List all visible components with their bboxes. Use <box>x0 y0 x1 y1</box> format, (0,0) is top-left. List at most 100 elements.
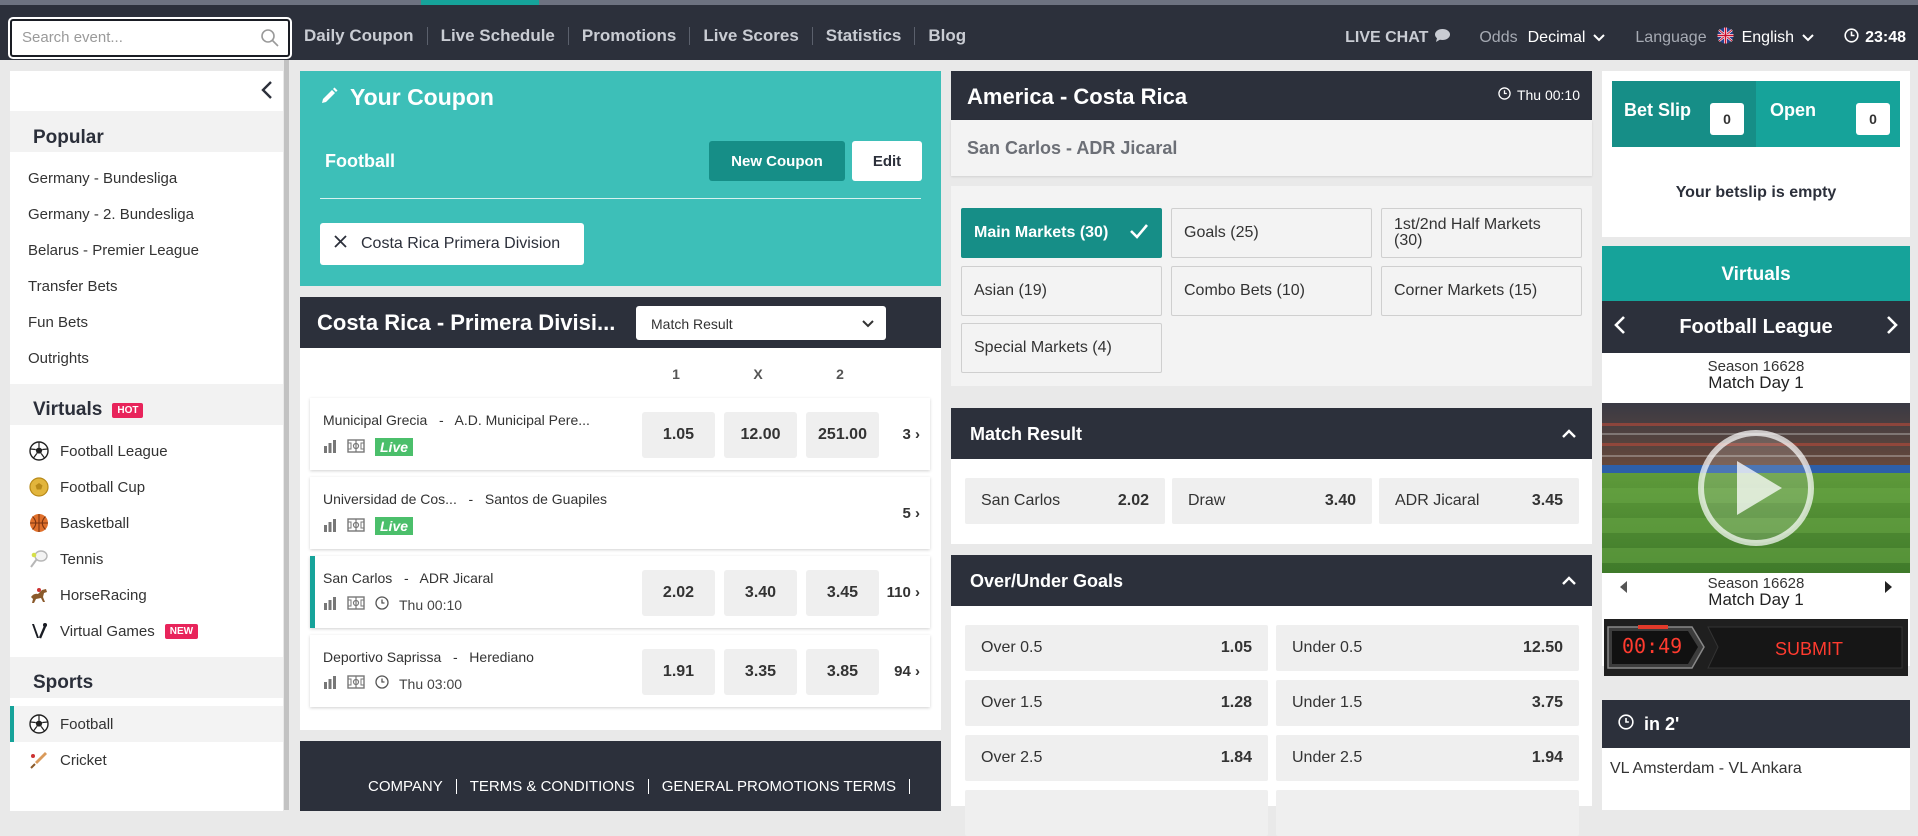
search-icon[interactable] <box>260 28 280 53</box>
odd-away[interactable]: 3.45 <box>806 570 879 616</box>
over-1-5[interactable]: Over 1.5 1.28 <box>965 680 1268 726</box>
tab-combo-bets[interactable]: Combo Bets (10) <box>1171 266 1372 316</box>
tab-goals[interactable]: Goals (25) <box>1171 208 1372 258</box>
outcome-partial[interactable] <box>1276 790 1579 836</box>
over-2-5[interactable]: Over 2.5 1.84 <box>965 735 1268 781</box>
match-result-title: Match Result <box>970 424 1083 444</box>
stats-icon[interactable] <box>323 439 337 456</box>
nav-statistics[interactable]: Statistics <box>813 27 916 45</box>
match-teams[interactable]: San Carlos - ADR Jicaral <box>323 570 493 586</box>
sidebar-item-tennis[interactable]: Tennis <box>10 541 283 577</box>
odd-draw[interactable]: 3.40 <box>724 570 797 616</box>
stats-icon[interactable] <box>323 675 337 692</box>
chevron-left-icon[interactable] <box>261 81 273 104</box>
match-result-header[interactable]: Match Result <box>951 408 1592 459</box>
chevron-right-icon[interactable] <box>1886 315 1898 341</box>
under-2-5[interactable]: Under 2.5 1.94 <box>1276 735 1579 781</box>
event-time-label: Thu 00:10 <box>1516 87 1580 103</box>
chevron-up-icon[interactable] <box>1562 572 1576 590</box>
field-icon[interactable] <box>347 675 365 692</box>
sidebar-item-football-cup[interactable]: Football Cup <box>10 469 283 505</box>
field-icon[interactable] <box>347 517 365 535</box>
odd-draw[interactable]: 12.00 <box>724 412 797 458</box>
stats-icon[interactable] <box>323 518 337 535</box>
over-under-header[interactable]: Over/Under Goals <box>951 555 1592 606</box>
more-markets[interactable]: 5 › <box>902 505 920 522</box>
sidebar-item-football[interactable]: Football <box>10 706 283 742</box>
footer-link-company[interactable]: COMPANY <box>368 779 457 794</box>
virtual-video[interactable] <box>1602 403 1910 573</box>
tab-corner-markets[interactable]: Corner Markets (15) <box>1381 266 1582 316</box>
sidebar-item-football-league[interactable]: Football League <box>10 433 283 469</box>
tab-half-markets[interactable]: 1st/2nd Half Markets (30) <box>1381 208 1582 258</box>
sidebar-item-cricket[interactable]: Cricket <box>10 742 283 778</box>
odd-home[interactable]: 1.05 <box>642 412 715 458</box>
field-icon[interactable] <box>347 438 365 456</box>
outcome-draw[interactable]: Draw 3.40 <box>1172 478 1372 524</box>
search-input[interactable] <box>22 21 252 53</box>
sidebar-item-basketball[interactable]: Basketball <box>10 505 283 541</box>
event-name: San Carlos - ADR Jicaral <box>967 138 1178 158</box>
more-markets[interactable]: 110 › <box>887 584 920 601</box>
sidebar-item-label: Fun Bets <box>28 313 89 331</box>
language-select[interactable]: English <box>1717 27 1814 49</box>
live-badge: Live <box>375 517 414 535</box>
more-markets[interactable]: 3 › <box>902 426 920 443</box>
match-row[interactable]: Deportivo Saprissa - Herediano Thu 03:00… <box>310 635 930 707</box>
match-row[interactable]: Universidad de Cos... - Santos de Guapil… <box>310 477 930 549</box>
more-markets[interactable]: 94 › <box>894 663 920 680</box>
odd-away[interactable]: 3.85 <box>806 649 879 695</box>
sidebar-item-germany-bundesliga[interactable]: Germany - Bundesliga <box>10 160 283 196</box>
new-coupon-button[interactable]: New Coupon <box>709 141 845 181</box>
field-icon[interactable] <box>347 596 365 613</box>
match-teams[interactable]: Municipal Grecia - A.D. Municipal Pere..… <box>323 412 590 428</box>
nav-live-schedule[interactable]: Live Schedule <box>428 27 569 45</box>
over-0-5[interactable]: Over 0.5 1.05 <box>965 625 1268 671</box>
sidebar-item-transfer-bets[interactable]: Transfer Bets <box>10 268 283 304</box>
close-icon[interactable] <box>334 235 347 253</box>
edit-button[interactable]: Edit <box>852 141 922 181</box>
tab-main-markets[interactable]: Main Markets (30) <box>961 208 1162 258</box>
tab-special-markets[interactable]: Special Markets (4) <box>961 323 1162 373</box>
live-chat-button[interactable]: LIVE CHAT <box>1345 28 1451 48</box>
submit-button[interactable]: SUBMIT <box>1775 639 1843 660</box>
sidebar-scrollbar[interactable] <box>284 60 289 810</box>
outcome-home[interactable]: San Carlos 2.02 <box>965 478 1165 524</box>
nav-blog[interactable]: Blog <box>915 27 979 45</box>
match-row-selected[interactable]: San Carlos - ADR Jicaral Thu 00:10 2.02 … <box>310 556 930 628</box>
sidebar-item-fun-bets[interactable]: Fun Bets <box>10 304 283 340</box>
tab-asian[interactable]: Asian (19) <box>961 266 1162 316</box>
match-row[interactable]: Municipal Grecia - A.D. Municipal Pere..… <box>310 398 930 470</box>
sidebar-item-horseracing[interactable]: HorseRacing <box>10 577 283 613</box>
video-next-icon[interactable] <box>1884 580 1892 596</box>
odds-select[interactable]: Decimal <box>1528 29 1606 47</box>
tab-bet-slip[interactable]: Bet Slip 0 <box>1612 81 1756 147</box>
nav-daily-coupon[interactable]: Daily Coupon <box>304 27 428 45</box>
sidebar-item-virtual-games[interactable]: Virtual Games NEW <box>10 613 283 649</box>
search-box[interactable] <box>8 17 292 59</box>
virtual-league-name: Football League <box>1679 316 1833 338</box>
chevron-up-icon[interactable] <box>1562 425 1576 443</box>
outcome-partial[interactable] <box>965 790 1268 836</box>
match-teams[interactable]: Deportivo Saprissa - Herediano <box>323 649 534 665</box>
odd-draw[interactable]: 3.35 <box>724 649 797 695</box>
footer-link-terms[interactable]: TERMS & CONDITIONS <box>457 779 649 794</box>
chevron-left-icon[interactable] <box>1614 315 1626 341</box>
market-select[interactable]: Match Result <box>636 306 886 340</box>
sidebar-item-germany-2-bundesliga[interactable]: Germany - 2. Bundesliga <box>10 196 283 232</box>
match-teams[interactable]: Universidad de Cos... - Santos de Guapil… <box>323 491 607 507</box>
stats-icon[interactable] <box>323 596 337 613</box>
nav-live-scores[interactable]: Live Scores <box>690 27 813 45</box>
under-0-5[interactable]: Under 0.5 12.50 <box>1276 625 1579 671</box>
odd-home[interactable]: 1.91 <box>642 649 715 695</box>
footer-link-promotions-terms[interactable]: GENERAL PROMOTIONS TERMS <box>649 779 910 794</box>
odd-home[interactable]: 2.02 <box>642 570 715 616</box>
outcome-away[interactable]: ADR Jicaral 3.45 <box>1379 478 1579 524</box>
nav-promotions[interactable]: Promotions <box>569 27 691 45</box>
sidebar-item-belarus-premier-league[interactable]: Belarus - Premier League <box>10 232 283 268</box>
under-1-5[interactable]: Under 1.5 3.75 <box>1276 680 1579 726</box>
upcoming-match[interactable]: VL Amsterdam - VL Ankara <box>1602 748 1910 778</box>
odd-away[interactable]: 251.00 <box>806 412 879 458</box>
sidebar-item-outrights[interactable]: Outrights <box>10 340 283 376</box>
league-filter-chip[interactable]: Costa Rica Primera Division <box>320 223 584 265</box>
